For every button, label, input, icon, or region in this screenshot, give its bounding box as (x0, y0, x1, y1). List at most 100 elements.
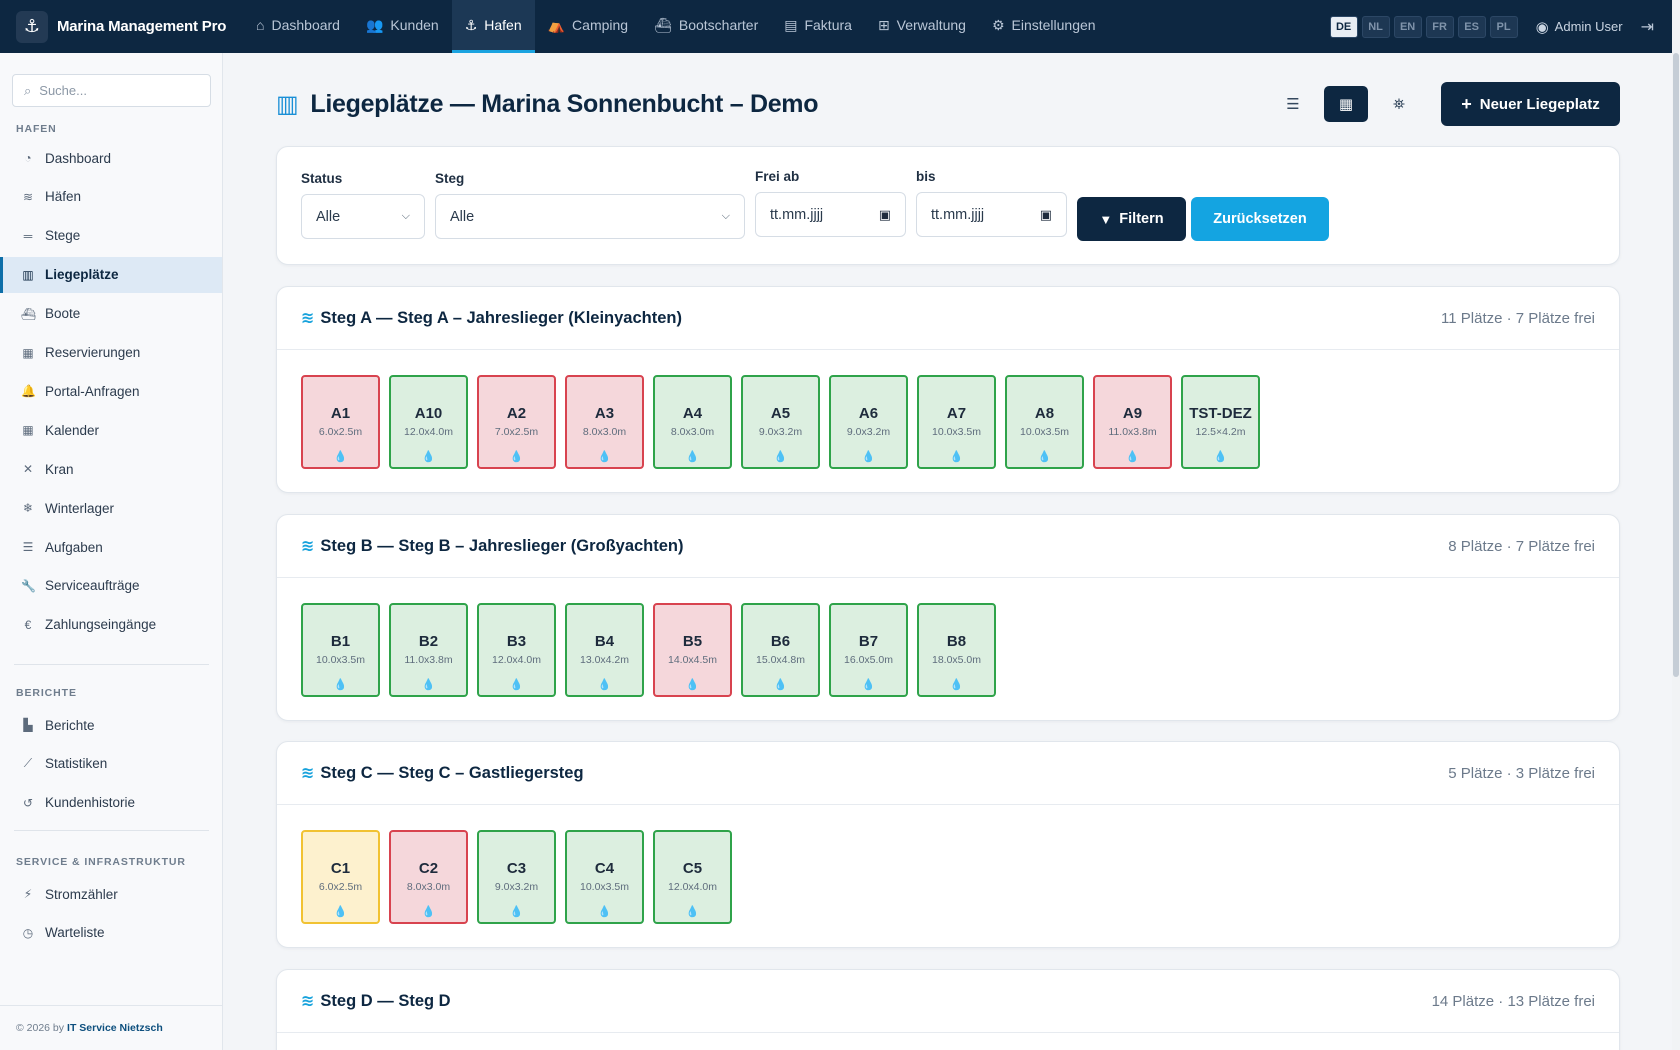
berth-tile[interactable]: TST-DEZ 12.5×4.2m 💧 (1181, 375, 1260, 469)
berth-tile[interactable]: A4 8.0x3.0m 💧 (653, 375, 732, 469)
sidebar-search[interactable]: ⌕ (12, 74, 211, 107)
reset-button[interactable]: Zurücksetzen (1191, 197, 1329, 241)
berth-dimensions: 8.0x3.0m (670, 426, 715, 438)
nav-item-faktura[interactable]: ▤ Faktura (771, 0, 865, 53)
steg-header: ≋ Steg D — Steg D 14 Plätze · 13 Plätze fr… (277, 970, 1619, 1033)
berth-tile[interactable]: A3 8.0x3.0m 💧 (565, 375, 644, 469)
grid-view-button[interactable]: ▦ (1324, 86, 1368, 122)
sidebar-item-kran[interactable]: ✕ Kran (0, 451, 222, 487)
sidebar-item-häfen[interactable]: ≋ Häfen (0, 179, 222, 215)
water-icon: ≋ (22, 189, 34, 204)
page-scrollbar[interactable] (1672, 0, 1680, 1050)
sidebar-item-statistiken[interactable]: ⟋ Statistiken (0, 746, 222, 782)
user-menu[interactable]: ◉ Admin User (1536, 18, 1623, 36)
berth-dimensions: 7.0x2.5m (494, 426, 539, 438)
brand[interactable]: ⚓ Marina Management Pro (0, 10, 243, 43)
sidebar-item-winterlager[interactable]: ❄ Winterlager (0, 490, 222, 526)
logout-icon[interactable]: ⇥ (1641, 17, 1654, 37)
berth-dimensions: 12.5×4.2m (1195, 426, 1246, 438)
berth-tile[interactable]: C2 8.0x3.0m 💧 (389, 830, 468, 924)
sidebar-item-dashboard[interactable]: ◔ Dashboard (0, 140, 222, 176)
scrollbar-thumb[interactable] (1673, 53, 1679, 677)
nav-item-einstellungen[interactable]: ⚙ Einstellungen (979, 0, 1109, 53)
list-view-button[interactable]: ☰ (1271, 86, 1315, 122)
sidebar-item-stromzähler[interactable]: ⚡ Stromzähler (0, 876, 222, 912)
filter-button[interactable]: ▼ Filtern (1077, 197, 1186, 241)
language-es[interactable]: ES (1457, 15, 1486, 38)
status-select[interactable]: Alle ⌵ (301, 194, 425, 239)
water-drop-icon: 💧 (773, 679, 788, 691)
footer-link[interactable]: IT Service Nietzsch (67, 1022, 163, 1034)
berth-tile[interactable]: C4 10.0x3.5m 💧 (565, 830, 644, 924)
berth-tile[interactable]: B7 16.0x5.0m 💧 (829, 603, 908, 697)
view-mode-buttons: ☰ ▦ ⛯ + Neuer Liegeplatz (1262, 82, 1620, 126)
berth-tile[interactable]: A9 11.0x3.8m 💧 (1093, 375, 1172, 469)
language-fr[interactable]: FR (1425, 15, 1454, 38)
nav-item-kunden[interactable]: 👥 Kunden (353, 0, 452, 53)
berth-tile[interactable]: B3 12.0x4.0m 💧 (477, 603, 556, 697)
bolt-icon: ⚡ (23, 887, 33, 901)
sidebar-item-boote[interactable]: ⛴ Boote (0, 296, 222, 332)
berth-dimensions: 10.0x3.5m (1019, 426, 1070, 438)
calendar-icon[interactable]: ▣ (879, 207, 891, 223)
calendar-icon[interactable]: ▣ (1040, 207, 1052, 223)
sidebar-item-zahlungseingänge[interactable]: € Zahlungseingänge (0, 607, 222, 643)
sidebar-item-berichte[interactable]: ▙ Berichte (0, 707, 222, 743)
nav-item-verwaltung[interactable]: ⊞ Verwaltung (865, 0, 979, 53)
berth-tile[interactable]: C5 12.0x4.0m 💧 (653, 830, 732, 924)
language-de[interactable]: DE (1329, 15, 1358, 38)
water-drop-icon: 💧 (949, 451, 964, 463)
nav-item-bootscharter[interactable]: ⛴ Bootscharter (641, 0, 771, 53)
language-nl[interactable]: NL (1361, 15, 1390, 38)
berth-tile[interactable]: B8 18.0x5.0m 💧 (917, 603, 996, 697)
map-view-button[interactable]: ⛯ (1377, 86, 1421, 122)
frei-ab-label: Frei ab (755, 169, 800, 184)
berth-dimensions: 9.0x3.2m (494, 881, 539, 893)
berth-name: B7 (858, 633, 879, 650)
language-en[interactable]: EN (1393, 15, 1422, 38)
filter-button-label: Filtern (1119, 211, 1164, 227)
sidebar-item-liegeplätze[interactable]: ▥ Liegeplätze (0, 256, 222, 293)
berth-tile[interactable]: B1 10.0x3.5m 💧 (301, 603, 380, 697)
berth-tile[interactable]: A2 7.0x2.5m 💧 (477, 375, 556, 469)
berth-tile[interactable]: B2 11.0x3.8m 💧 (389, 603, 468, 697)
water-drop-icon: 💧 (597, 906, 612, 918)
nav-item-hafen[interactable]: ⚓ Hafen (451, 0, 535, 53)
sidebar-item-kalender[interactable]: ▦ Kalender (0, 412, 222, 448)
nav-item-camping[interactable]: ⛺ Camping (535, 0, 641, 53)
berth-tile[interactable]: A5 9.0x3.2m 💧 (741, 375, 820, 469)
home-icon: ⌂ (256, 17, 265, 33)
berth-tile[interactable]: C3 9.0x3.2m 💧 (477, 830, 556, 924)
bis-date-input[interactable]: tt.mm.jjjj ▣ (916, 192, 1067, 237)
water-drop-icon: 💧 (597, 451, 612, 463)
search-input[interactable] (39, 83, 190, 98)
berth-dimensions: 6.0x2.5m (318, 881, 363, 893)
new-berth-button[interactable]: + Neuer Liegeplatz (1441, 82, 1620, 126)
berth-name: B6 (770, 633, 791, 650)
berth-tile[interactable]: A8 10.0x3.5m 💧 (1005, 375, 1084, 469)
berth-tile[interactable]: C1 6.0x2.5m 💧 (301, 830, 380, 924)
top-navbar: ⚓ Marina Management Pro ⌂ Dashboard 👥 Kunde… (0, 0, 1672, 53)
sidebar-item-serviceaufträge[interactable]: 🔧 Serviceaufträge (0, 568, 222, 604)
water-icon: ≋ (301, 993, 314, 1010)
berth-tile[interactable]: A6 9.0x3.2m 💧 (829, 375, 908, 469)
berth-tile[interactable]: A1 6.0x2.5m 💧 (301, 375, 380, 469)
sidebar-item-stege[interactable]: ═ Stege (0, 218, 222, 254)
language-pl[interactable]: PL (1489, 15, 1518, 38)
berth-name: B8 (946, 633, 967, 650)
sidebar-item-label: Dashboard (45, 150, 112, 166)
sidebar-item-portal-anfragen[interactable]: 🔔 Portal-Anfragen (0, 373, 222, 409)
berth-tile[interactable]: B5 14.0x4.5m 💧 (653, 603, 732, 697)
sidebar-item-warteliste[interactable]: ◷ Warteliste (0, 915, 222, 951)
anchor-icon: ⚓ (16, 10, 48, 43)
steg-select[interactable]: Alle ⌵ (435, 194, 745, 239)
nav-item-dashboard[interactable]: ⌂ Dashboard (243, 0, 353, 53)
berth-tile[interactable]: B4 13.0x4.2m 💧 (565, 603, 644, 697)
berth-tile[interactable]: A7 10.0x3.5m 💧 (917, 375, 996, 469)
frei-ab-date-input[interactable]: tt.mm.jjjj ▣ (755, 192, 906, 237)
berth-tile[interactable]: B6 15.0x4.8m 💧 (741, 603, 820, 697)
sidebar-item-kundenhistorie[interactable]: ↺ Kundenhistorie (0, 785, 222, 821)
sidebar-item-reservierungen[interactable]: ▦ Reservierungen (0, 335, 222, 371)
berth-tile[interactable]: A10 12.0x4.0m 💧 (389, 375, 468, 469)
sidebar-item-aufgaben[interactable]: ☰ Aufgaben (0, 529, 222, 565)
